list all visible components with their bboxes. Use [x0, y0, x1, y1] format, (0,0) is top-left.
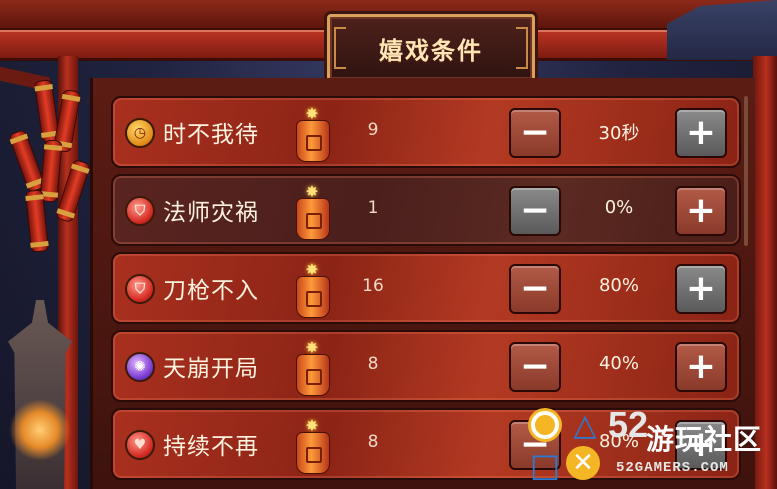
condition-name: 法师灾祸 — [163, 200, 259, 226]
condition-count: 8 — [367, 432, 379, 452]
condition-name: 天崩开局 — [163, 356, 259, 382]
shield-icon: ⛉ — [125, 196, 155, 226]
condition-name: 持续不再 — [163, 434, 259, 460]
condition-value: 30秒 — [598, 123, 640, 144]
title-plate: 嬉戏条件 — [327, 14, 535, 82]
heart-shield-icon: ♥ — [125, 430, 155, 460]
condition-count: 8 — [367, 354, 379, 374]
watermark-text: 游玩社区 — [646, 423, 763, 456]
increase-button[interactable]: + — [675, 186, 727, 236]
firework-icon: ✸ — [294, 340, 330, 396]
firework-icon: ✸ — [294, 418, 330, 474]
condition-name: 时不我待 — [163, 122, 259, 148]
condition-count: 1 — [367, 198, 379, 218]
firecracker-decoration — [7, 70, 98, 260]
condition-value: 0% — [604, 197, 634, 218]
condition-count: 9 — [367, 120, 379, 140]
increase-button[interactable]: + — [675, 108, 727, 158]
decrease-button[interactable]: − — [509, 342, 561, 392]
scrollbar[interactable] — [744, 96, 748, 246]
increase-button[interactable]: + — [675, 264, 727, 314]
watermark-logo: △ □ ✕ 52 游玩社区 52GAMERS.COM — [528, 404, 777, 489]
firework-icon: ✸ — [294, 106, 330, 162]
shield-icon: ⛉ — [125, 274, 155, 304]
condition-count: 16 — [362, 276, 384, 296]
cross-icon: ✕ — [566, 446, 600, 480]
watermark-number: 52 — [608, 404, 649, 445]
firework-icon: ✸ — [294, 184, 330, 240]
watermark-domain: 52GAMERS.COM — [616, 460, 729, 476]
condition-row: ⛉ 法师灾祸 ✸ 1 − 0% + — [111, 174, 741, 246]
square-icon: □ — [529, 446, 561, 484]
firework-icon: ✸ — [294, 262, 330, 318]
condition-row: ✺ 天崩开局 ✸ 8 − 40% + — [111, 330, 741, 402]
lantern-glow — [8, 400, 72, 460]
page-title: 嬉戏条件 — [379, 37, 483, 65]
decrease-button[interactable]: − — [509, 108, 561, 158]
vortex-icon: ✺ — [125, 352, 155, 382]
condition-value: 40% — [598, 353, 639, 374]
condition-value: 80% — [598, 275, 639, 296]
increase-button[interactable]: + — [675, 342, 727, 392]
condition-row: ⛉ 刀枪不入 ✸ 16 − 80% + — [111, 252, 741, 324]
decrease-button[interactable]: − — [509, 264, 561, 314]
clock-icon: ◷ — [125, 118, 155, 148]
triangle-icon: △ — [573, 407, 597, 443]
decrease-button[interactable]: − — [509, 186, 561, 236]
condition-name: 刀枪不入 — [163, 278, 259, 304]
condition-row: ◷ 时不我待 ✸ 9 − 30秒 + — [111, 96, 741, 168]
circle-icon — [528, 408, 562, 442]
